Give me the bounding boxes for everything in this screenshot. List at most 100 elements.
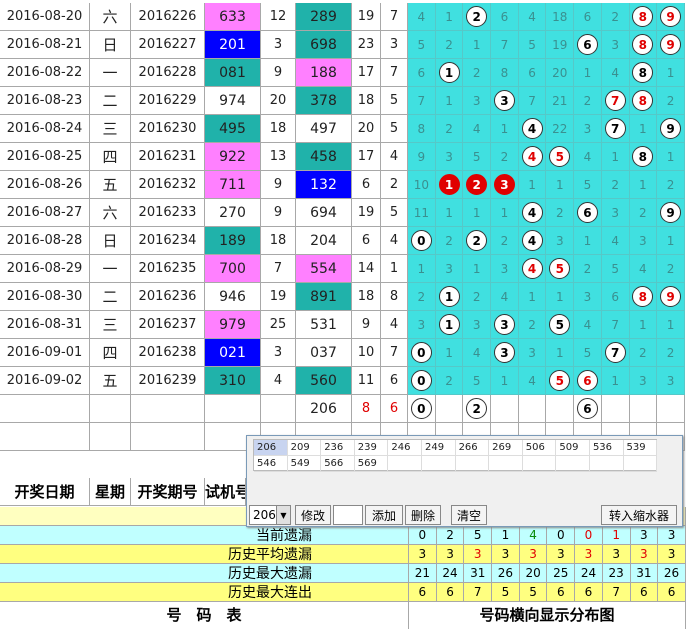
clear-button[interactable]: 清空 bbox=[451, 505, 487, 525]
add-button[interactable]: 添加 bbox=[365, 505, 403, 525]
number-ball: 9 bbox=[660, 202, 682, 223]
dist-cell: 6 bbox=[601, 283, 630, 311]
number-ball: 0 bbox=[410, 370, 432, 391]
dist-cell: 2 bbox=[518, 311, 547, 339]
number-list-item[interactable]: 549 bbox=[287, 456, 322, 472]
weekday-cell: 四 bbox=[90, 143, 131, 171]
dist-cell: 8 bbox=[491, 59, 519, 87]
dist-cell: 2 bbox=[463, 283, 492, 311]
stat-value: 26 bbox=[492, 564, 520, 583]
test-sum-cell: 3 bbox=[261, 31, 296, 59]
sum-cell: 17 bbox=[352, 143, 381, 171]
number-ball: 1 bbox=[438, 286, 460, 307]
dist-cell: 2 bbox=[657, 171, 685, 199]
next-issue-row: 206 8 6 0 2 6 bbox=[0, 395, 685, 423]
number-list-item[interactable]: 206 bbox=[254, 440, 288, 456]
test-number-cell: 021 bbox=[205, 339, 261, 367]
test-sum-cell: 9 bbox=[261, 171, 296, 199]
number-list-item[interactable]: 269 bbox=[489, 440, 523, 456]
dist-cell: 1 bbox=[574, 59, 602, 87]
delete-button[interactable]: 删除 bbox=[405, 505, 441, 525]
table-row: 2016-08-22 一 2016228 081 9 188 17 7 6 1 2 8 6 20 1 4 8 1 bbox=[0, 59, 685, 87]
dist-cell: 19 bbox=[546, 31, 575, 59]
issue-cell: 2016239 bbox=[131, 367, 205, 395]
issue-cell: 2016230 bbox=[131, 115, 205, 143]
dist-cell bbox=[435, 395, 464, 423]
number-list-item[interactable]: 569 bbox=[354, 456, 389, 472]
number-ball: 6 bbox=[576, 202, 598, 223]
number-list-item[interactable]: 546 bbox=[254, 456, 288, 472]
span-cell: 3 bbox=[381, 31, 408, 59]
stat-value: 1 bbox=[602, 526, 631, 545]
test-number-cell: 310 bbox=[205, 367, 261, 395]
sum-cell: 19 bbox=[352, 199, 381, 227]
dist-cell: 4 bbox=[601, 227, 630, 255]
dist-cell: 1 bbox=[435, 283, 464, 311]
stat-value: 31 bbox=[464, 564, 493, 583]
dist-cell: 2 bbox=[435, 227, 464, 255]
issue-cell: 2016228 bbox=[131, 59, 205, 87]
stat-value: 3 bbox=[464, 545, 493, 564]
test-sum-cell: 4 bbox=[261, 367, 296, 395]
number-popup[interactable]: 206 209 236 239 246 249 266 269 506 509 536 539 546 5… bbox=[246, 435, 683, 527]
transfer-button[interactable]: 转入缩水器 bbox=[601, 505, 677, 525]
dist-cell: 5 bbox=[546, 255, 575, 283]
number-list-item[interactable]: 509 bbox=[556, 440, 590, 456]
value-input[interactable] bbox=[333, 505, 363, 525]
dist-cell: 2 bbox=[601, 3, 630, 31]
span-cell: 6 bbox=[381, 367, 408, 395]
dist-cell: 4 bbox=[518, 367, 547, 395]
dist-cell: 2 bbox=[491, 143, 519, 171]
blank-cell bbox=[205, 395, 261, 423]
number-ball: 9 bbox=[660, 34, 682, 55]
number-list-item[interactable]: 209 bbox=[287, 440, 322, 456]
dist-cell: 1 bbox=[435, 199, 464, 227]
dist-cell: 3 bbox=[491, 339, 519, 367]
sum-cell: 18 bbox=[352, 87, 381, 115]
stat-value: 3 bbox=[436, 545, 465, 564]
number-list-empty bbox=[589, 456, 624, 472]
dist-cell: 1 bbox=[435, 3, 464, 31]
dist-cell: 4 bbox=[629, 255, 658, 283]
number-list-item[interactable]: 566 bbox=[321, 456, 355, 472]
number-list-item[interactable]: 539 bbox=[623, 440, 658, 456]
number-list-item[interactable]: 536 bbox=[589, 440, 624, 456]
number-list[interactable]: 206 209 236 239 246 249 266 269 506 509 536 539 546 5… bbox=[253, 439, 658, 472]
next-sum-cell: 8 bbox=[352, 395, 381, 423]
modify-button[interactable]: 修改 bbox=[295, 505, 331, 525]
date-cell: 2016-08-20 bbox=[0, 3, 90, 31]
issue-cell: 2016237 bbox=[131, 311, 205, 339]
span-cell: 1 bbox=[381, 255, 408, 283]
dist-cell: 1 bbox=[601, 367, 630, 395]
header-week: 星期 bbox=[90, 478, 131, 506]
stat-value: 1 bbox=[492, 526, 520, 545]
sum-cell: 6 bbox=[352, 227, 381, 255]
number-list-item[interactable]: 266 bbox=[455, 440, 490, 456]
dist-cell: 2 bbox=[491, 227, 519, 255]
dist-cell bbox=[491, 395, 519, 423]
sum-cell: 11 bbox=[352, 367, 381, 395]
number-list-item[interactable]: 246 bbox=[388, 440, 422, 456]
stat-value: 0 bbox=[547, 526, 576, 545]
number-list-empty bbox=[489, 456, 523, 472]
test-number-cell: 711 bbox=[205, 171, 261, 199]
dist-cell: 1 bbox=[491, 367, 519, 395]
dist-cell: 3 bbox=[435, 143, 464, 171]
dist-cell: 1 bbox=[435, 59, 464, 87]
stat-label: 当前遗漏 bbox=[0, 526, 409, 545]
stat-value: 25 bbox=[547, 564, 576, 583]
number-list-item[interactable]: 239 bbox=[354, 440, 389, 456]
dist-cell: 7 bbox=[518, 87, 547, 115]
dist-cell: 7 bbox=[408, 87, 436, 115]
number-list-item[interactable]: 236 bbox=[321, 440, 355, 456]
test-number-cell: 946 bbox=[205, 283, 261, 311]
number-select[interactable]: 206 ▼ bbox=[249, 505, 291, 525]
number-list-item[interactable]: 249 bbox=[421, 440, 456, 456]
dist-cell: 3 bbox=[491, 87, 519, 115]
number-list-item[interactable]: 506 bbox=[522, 440, 557, 456]
stat-value: 20 bbox=[519, 564, 548, 583]
stat-row: 历史平均遗漏 3 3 3 3 3 3 3 3 3 3 bbox=[0, 545, 686, 564]
dist-cell: 4 bbox=[518, 143, 547, 171]
chevron-down-icon[interactable]: ▼ bbox=[276, 506, 290, 524]
dist-cell: 4 bbox=[518, 3, 547, 31]
